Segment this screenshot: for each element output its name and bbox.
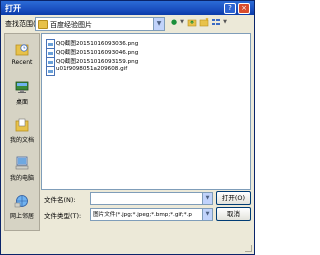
places-bar: Recent 桌面 我的文档 我的电脑 网上邻居 [4,33,40,231]
open-button[interactable]: 打开(O) [216,191,251,205]
file-type-label: 文件类型(T): [44,212,82,220]
file-name: QQ截图20151016093036.png [56,41,139,47]
file-list[interactable]: QQ截图20151016093036.png QQ截图2015101609304… [41,33,251,190]
cancel-button[interactable]: 取消 [216,207,251,221]
chevron-down-icon[interactable]: ▼ [220,17,230,28]
file-name-input[interactable]: ▼ [90,192,213,205]
place-label: Recent [11,59,33,66]
documents-icon [15,118,29,132]
close-button[interactable]: × [238,3,250,14]
help-button[interactable]: ? [224,3,236,14]
chevron-down-icon[interactable]: ▼ [202,193,212,204]
file-name: u01f9098051a209608.gif [56,66,128,72]
up-folder-icon[interactable] [187,17,197,28]
dialog-title: 打开 [5,4,21,13]
file-name-label: 文件名(N): [44,196,76,204]
folder-icon [38,20,48,29]
new-folder-icon[interactable] [199,17,209,28]
place-network[interactable]: 网上邻居 [5,190,39,226]
file-type-dropdown[interactable]: 图片文件(*.jpg;*.jpeg;*.bmp;*.gif;*.p ▼ [90,208,213,221]
place-desktop[interactable]: 桌面 [5,76,39,112]
file-type-value: 图片文件(*.jpg;*.jpeg;*.bmp;*.gif;*.p [93,212,192,218]
file-name: QQ截图20151016093159.png [56,59,139,65]
resize-grip[interactable] [245,245,252,252]
chevron-down-icon[interactable]: ▼ [153,18,164,30]
chevron-down-icon[interactable]: ▼ [202,209,212,220]
chevron-down-icon[interactable]: ▼ [177,17,187,28]
place-label: 网上邻居 [9,213,34,220]
open-dialog: 打开 ? × 查找范围(I): 百度经验图片 ▼ ● ▼ ▼ Recent 桌面… [0,0,255,255]
look-in-dropdown[interactable]: 百度经验图片 ▼ [35,17,165,31]
desktop-icon [15,81,29,93]
recent-icon [15,44,29,56]
file-name: QQ截图20151016093046.png [56,50,139,56]
computer-icon [15,156,29,170]
place-my-documents[interactable]: 我的文档 [5,114,39,150]
place-label: 我的文档 [9,137,34,144]
place-recent[interactable]: Recent [5,38,39,74]
title-bar[interactable]: 打开 ? × [1,1,254,15]
image-file-icon [46,66,55,76]
network-icon [14,195,28,208]
look-in-value: 百度经验图片 [50,21,92,29]
place-my-computer[interactable]: 我的电脑 [5,152,39,188]
place-label: 我的电脑 [9,175,34,182]
place-label: 桌面 [15,99,28,106]
